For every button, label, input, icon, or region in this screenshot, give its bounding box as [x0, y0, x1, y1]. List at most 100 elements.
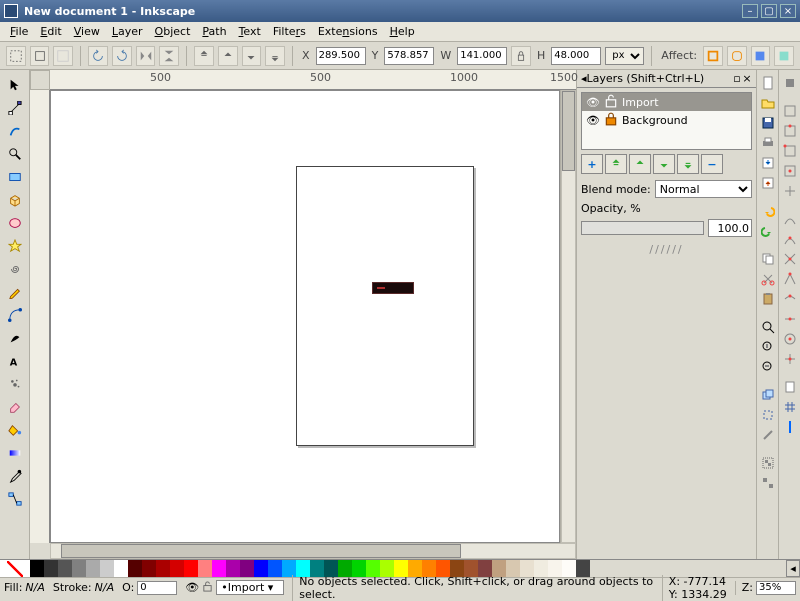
eraser-tool[interactable]: [4, 396, 26, 418]
layer-visibility-icon[interactable]: 👁: [185, 581, 199, 594]
imported-image[interactable]: [372, 282, 414, 294]
cut-button[interactable]: [759, 270, 777, 288]
snap-guide-button[interactable]: [781, 418, 799, 436]
3dbox-tool[interactable]: [4, 189, 26, 211]
ungroup-button[interactable]: [759, 474, 777, 492]
snap-nodes-button[interactable]: [781, 210, 799, 228]
add-layer-button[interactable]: +: [581, 154, 603, 174]
affect-pattern-button[interactable]: [774, 46, 794, 66]
select-layer-button[interactable]: [30, 46, 50, 66]
snap-intersection-button[interactable]: [781, 250, 799, 268]
layer-down-button[interactable]: [653, 154, 675, 174]
group-button[interactable]: [759, 454, 777, 472]
rect-tool[interactable]: [4, 166, 26, 188]
menu-path[interactable]: Path: [196, 23, 232, 40]
flip-h-button[interactable]: [136, 46, 156, 66]
zoom-input[interactable]: [756, 581, 796, 595]
snap-bbox-corner-button[interactable]: [781, 142, 799, 160]
save-button[interactable]: [759, 114, 777, 132]
master-opacity-input[interactable]: [137, 581, 177, 595]
lock-icon[interactable]: [604, 94, 616, 111]
affect-corners-button[interactable]: [727, 46, 747, 66]
unit-select[interactable]: px: [605, 47, 644, 65]
redo-button[interactable]: [759, 222, 777, 240]
delete-layer-button[interactable]: −: [701, 154, 723, 174]
maximize-button[interactable]: ▢: [761, 4, 777, 18]
close-button[interactable]: ×: [780, 4, 796, 18]
palette-menu-button[interactable]: ◂: [786, 560, 800, 577]
layer-up-button[interactable]: [629, 154, 651, 174]
affect-stroke-button[interactable]: [703, 46, 723, 66]
pencil-tool[interactable]: [4, 281, 26, 303]
snap-bbox-button[interactable]: [781, 102, 799, 120]
menu-view[interactable]: View: [68, 23, 106, 40]
lower-button[interactable]: [242, 46, 262, 66]
snap-bbox-center-button[interactable]: [781, 182, 799, 200]
bucket-tool[interactable]: [4, 419, 26, 441]
h-input[interactable]: [551, 47, 601, 65]
raise-top-button[interactable]: [194, 46, 214, 66]
color-swatch[interactable]: [184, 560, 198, 577]
menu-text[interactable]: Text: [233, 23, 267, 40]
lower-bottom-button[interactable]: [265, 46, 285, 66]
snap-bbox-edge-button[interactable]: [781, 122, 799, 140]
gradient-tool[interactable]: [4, 442, 26, 464]
color-swatch[interactable]: [212, 560, 226, 577]
tweak-tool[interactable]: [4, 120, 26, 142]
minimize-button[interactable]: –: [742, 4, 758, 18]
snap-path-button[interactable]: [781, 230, 799, 248]
spray-tool[interactable]: [4, 373, 26, 395]
zoom-tool[interactable]: [4, 143, 26, 165]
color-swatch[interactable]: [170, 560, 184, 577]
connector-tool[interactable]: [4, 488, 26, 510]
import-button[interactable]: [759, 154, 777, 172]
text-tool[interactable]: A: [4, 350, 26, 372]
color-swatch[interactable]: [114, 560, 128, 577]
scrollbar-horizontal[interactable]: [30, 543, 576, 559]
visibility-icon[interactable]: 👁: [586, 96, 598, 109]
snap-bbox-midpoint-button[interactable]: [781, 162, 799, 180]
y-input[interactable]: [384, 47, 434, 65]
spiral-tool[interactable]: [4, 258, 26, 280]
w-input[interactable]: [457, 47, 507, 65]
color-swatch[interactable]: [240, 560, 254, 577]
menu-object[interactable]: Object: [149, 23, 197, 40]
color-swatch[interactable]: [128, 560, 142, 577]
zoom-page-button[interactable]: [759, 338, 777, 356]
open-button[interactable]: [759, 94, 777, 112]
color-swatch[interactable]: [58, 560, 72, 577]
layer-row-background[interactable]: 👁 Background: [582, 111, 751, 129]
rotate-cw-button[interactable]: [112, 46, 132, 66]
menu-extensions[interactable]: Extensions: [312, 23, 384, 40]
color-swatch[interactable]: [100, 560, 114, 577]
raise-button[interactable]: [218, 46, 238, 66]
dropper-tool[interactable]: [4, 465, 26, 487]
snap-page-button[interactable]: [781, 378, 799, 396]
color-swatch[interactable]: [30, 560, 44, 577]
color-swatch[interactable]: [44, 560, 58, 577]
opacity-input[interactable]: [708, 219, 752, 237]
snap-enable-button[interactable]: [781, 74, 799, 92]
lock-icon[interactable]: [604, 112, 616, 129]
snap-rotation-button[interactable]: [781, 350, 799, 368]
menu-layer[interactable]: Layer: [106, 23, 149, 40]
x-input[interactable]: [316, 47, 366, 65]
layer-bottom-button[interactable]: [677, 154, 699, 174]
star-tool[interactable]: [4, 235, 26, 257]
color-swatch[interactable]: [86, 560, 100, 577]
menu-filters[interactable]: Filters: [267, 23, 312, 40]
affect-gradient-button[interactable]: [751, 46, 771, 66]
panel-detach-icon[interactable]: ▫: [732, 72, 742, 85]
calligraphy-tool[interactable]: [4, 327, 26, 349]
lock-aspect-button[interactable]: [511, 46, 531, 66]
menu-edit[interactable]: Edit: [34, 23, 67, 40]
menu-help[interactable]: Help: [384, 23, 421, 40]
snap-midpoint-button[interactable]: [781, 310, 799, 328]
new-doc-button[interactable]: [759, 74, 777, 92]
color-swatch[interactable]: [254, 560, 268, 577]
color-swatch[interactable]: [268, 560, 282, 577]
panel-resize-handle[interactable]: //////: [577, 243, 756, 251]
snap-center-button[interactable]: [781, 330, 799, 348]
scrollbar-vertical[interactable]: [560, 90, 576, 543]
snap-grid-button[interactable]: [781, 398, 799, 416]
